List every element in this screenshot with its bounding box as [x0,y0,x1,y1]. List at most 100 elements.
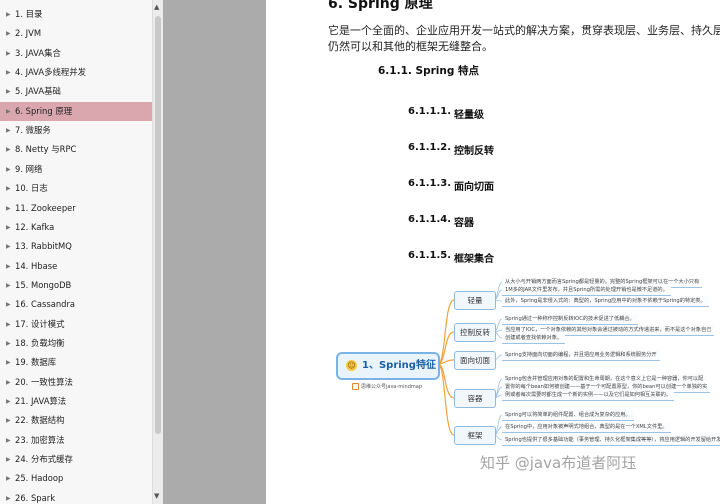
expand-arrow-icon[interactable]: ▶ [6,489,11,504]
mind-map-leaf: 在Spring中，应用对象被声明式地组合，典型的是在一个XML文件里。 [502,422,671,433]
expand-arrow-icon[interactable]: ▶ [6,237,11,256]
toc-item[interactable]: ▶ 12. Kafka [0,218,152,237]
intro-paragraph-line-1: 它是一个全面的、企业应用开发一站式的解决方案，贯穿表现层、业务层、持久层。但是 … [328,24,720,37]
subsection-number: 6.1.1.1. [408,106,452,117]
toc-item[interactable]: ▶ 13. RabbitMQ [0,237,152,256]
expand-arrow-icon[interactable]: ▶ [6,179,11,198]
toc-item[interactable]: ▶ 1. 目录 [0,5,152,24]
subsection-number: 6.1.1.4. [408,214,452,225]
sidebar-scrollbar[interactable]: ▲ ▼ [152,0,163,504]
toc-item[interactable]: ▶ 16. Cassandra [0,295,152,314]
toc-item-label: 7. 微服务 [15,125,51,136]
toc-item-label: 23. 加密算法 [15,434,65,445]
expand-arrow-icon[interactable]: ▶ [6,218,11,237]
toc-item-label: 20. 一致性算法 [15,376,73,387]
toc-item[interactable]: ▶ 19. 数据库 [0,353,152,372]
expand-arrow-icon[interactable]: ▶ [6,44,11,63]
toc-item[interactable]: ▶ 10. 日志 [0,179,152,198]
toc-item[interactable]: ▶ 17. 设计模式 [0,315,152,334]
mind-map-leaf: Spring支持面向切面的编程，并且把应用业务逻辑和系统服务分开 [502,350,660,361]
toc-item[interactable]: ▶ 21. JAVA算法 [0,392,152,411]
mind-map-connector [437,331,455,365]
toc-item[interactable]: ▶ 26. Spark [0,489,152,504]
expand-arrow-icon[interactable]: ▶ [6,5,11,24]
subsection-title: 轻量级 [454,110,484,121]
subsection-heading: 6.1.1.5. 框架集合 [408,250,528,265]
toc-item-label: 10. 日志 [15,183,48,194]
toc-item[interactable]: ▶ 23. 加密算法 [0,431,152,450]
toc-item-label: 18. 负载均衡 [15,337,65,348]
expand-arrow-icon[interactable]: ▶ [6,160,11,179]
toc-item[interactable]: ▶ 2. JVM [0,24,152,43]
mind-map-branch-node: 容器 [454,389,496,408]
scroll-down-arrow-icon[interactable]: ▼ [154,492,159,500]
toc-item-label: 24. 分布式缓存 [15,454,73,465]
toc-sidebar: ▶ 1. 目录 ▶ 2. JVM ▶ 3. JAVA集合 ▶ 4. JAVA多线程并发 ▶ 5. … [0,0,155,504]
toc-item[interactable]: ▶ 25. Hadoop [0,469,152,488]
expand-arrow-icon[interactable]: ▶ [6,353,11,372]
expand-arrow-icon[interactable]: ▶ [6,24,11,43]
mind-map-leaf: 例或者每次需要时都生成一个新的实例——以及它们是如何相互关联的。 [502,390,675,401]
toc-item[interactable]: ▶ 6. Spring 原理 [0,101,152,121]
expand-arrow-icon[interactable]: ▶ [6,199,11,218]
toc-item[interactable]: ▶ 14. Hbase [0,257,152,276]
toc-item-label: 19. 数据库 [15,357,57,368]
toc-item[interactable]: ▶ 24. 分布式缓存 [0,450,152,469]
subsection-number: 6.1.1.5. [408,250,452,261]
toc-item[interactable]: ▶ 9. 网络 [0,160,152,179]
subsection-number: 6.1.1.2. [408,142,452,153]
scrollbar-thumb[interactable] [155,16,161,434]
expand-arrow-icon[interactable]: ▶ [6,276,11,295]
expand-arrow-icon[interactable]: ▶ [6,140,11,159]
mind-map-center-node: ☺ 1、Spring特征 [336,352,440,380]
expand-arrow-icon[interactable]: ▶ [6,102,11,121]
mind-map-branch-node: 控制反转 [454,323,496,342]
toc-item[interactable]: ▶ 20. 一致性算法 [0,373,152,392]
subsection-heading: 6.1.1.1. 轻量级 [408,106,528,121]
toc-item[interactable]: ▶ 8. Netty 与RPC [0,140,152,159]
expand-arrow-icon[interactable]: ▶ [6,334,11,353]
expand-arrow-icon[interactable]: ▶ [6,450,11,469]
toc-item-label: 1. 目录 [15,9,43,19]
expand-arrow-icon[interactable]: ▶ [6,257,11,276]
expand-arrow-icon[interactable]: ▶ [6,431,11,450]
mind-map-leaf: 创建或者查找依赖对象。 [502,333,566,344]
toc-item[interactable]: ▶ 18. 负载均衡 [0,334,152,353]
mind-map-leaf: Spring可以将简单的组件配置、组合成为复杂的应用。 [502,410,634,421]
document-page: 6. Spring 原理 它是一个全面的、企业应用开发一站式的解决方案，贯穿表现… [266,0,720,504]
toc-item[interactable]: ▶ 7. 微服务 [0,121,152,140]
toc-item-label: 9. 网络 [15,163,43,174]
scroll-up-arrow-icon[interactable]: ▲ [154,3,159,11]
toc-item-label: 4. JAVA多线程并发 [15,67,86,78]
toc-item[interactable]: ▶ 5. JAVA基础 [0,82,152,101]
mind-map-leaf: 1M多的JAR文件里发布，并且Spring所需的处理开销也是微不足道的。 [502,285,671,296]
mind-map-leaf: Spring也提供了很多基础功能（事务管理、持久化框架集成等等），将应用逻辑的开… [502,435,720,446]
expand-arrow-icon[interactable]: ▶ [6,469,11,488]
expand-arrow-icon[interactable]: ▶ [6,121,11,140]
toc-item[interactable]: ▶ 4. JAVA多线程并发 [0,63,152,82]
subsection-heading: 6.1.1.2. 控制反转 [408,142,528,157]
watermark: 知乎 @java布道者阿珏 [480,452,636,473]
expand-arrow-icon[interactable]: ▶ [6,373,11,392]
toc-item-label: 26. Spark [15,492,56,503]
toc-item-label: 17. 设计模式 [15,318,65,329]
mind-map-center-label: 1、Spring特征 [362,360,436,371]
mind-map: ☺ 1、Spring特征 思维公众号java-mindmap 轻量 从大小与开销两… [334,268,720,458]
expand-arrow-icon[interactable]: ▶ [6,82,11,101]
toc-item-label: 3. JAVA集合 [15,47,61,58]
toc-item[interactable]: ▶ 15. MongoDB [0,276,152,295]
toc-item[interactable]: ▶ 11. Zookeeper [0,199,152,218]
toc-item-label: 25. Hadoop [15,473,64,484]
expand-arrow-icon[interactable]: ▶ [6,411,11,430]
toc-item[interactable]: ▶ 22. 数据结构 [0,411,152,430]
expand-arrow-icon[interactable]: ▶ [6,295,11,314]
mind-map-leaf: Spring通过一种称作控制反转IOC的技术促进了低耦合。 [502,314,638,325]
watermark-text: 知乎 @java布道者阿珏 [480,454,637,472]
subsection-heading: 6.1.1.3. 面向切面 [408,178,528,193]
toc-item[interactable]: ▶ 3. JAVA集合 [0,44,152,63]
viewer-background [163,0,266,504]
expand-arrow-icon[interactable]: ▶ [6,63,11,82]
expand-arrow-icon[interactable]: ▶ [6,315,11,334]
expand-arrow-icon[interactable]: ▶ [6,392,11,411]
section-heading: 6.1.1. Spring 特点 [378,65,480,77]
